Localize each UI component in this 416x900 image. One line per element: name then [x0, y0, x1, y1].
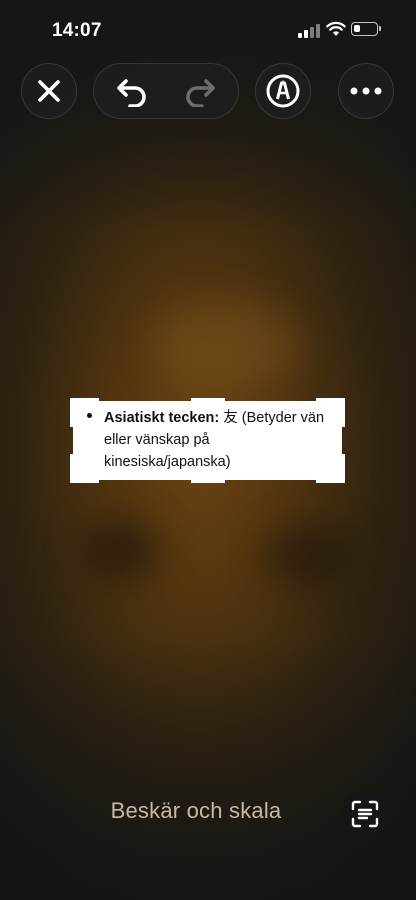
close-icon — [38, 80, 60, 102]
crop-handle-bottom-right[interactable] — [316, 454, 345, 483]
background-blur-highlight — [150, 300, 300, 390]
crop-handle-top[interactable] — [191, 398, 225, 401]
redo-icon — [186, 79, 215, 107]
battery-level — [354, 25, 360, 32]
cellular-signal-icon — [298, 24, 320, 38]
crop-frame[interactable] — [70, 398, 345, 483]
live-text-scan-icon — [351, 800, 379, 828]
background-blur-shadow-right — [265, 525, 355, 585]
markup-pen-icon — [266, 74, 300, 108]
crop-handle-top-right[interactable] — [316, 398, 345, 427]
crop-handle-bottom-left[interactable] — [70, 454, 99, 483]
crop-handle-top-left[interactable] — [70, 398, 99, 427]
bottom-shade — [0, 640, 416, 900]
more-icon — [350, 87, 382, 95]
status-bar: 14:07 — [0, 0, 416, 60]
close-button[interactable] — [21, 63, 77, 119]
wifi-icon — [326, 21, 346, 36]
markup-button[interactable] — [255, 63, 311, 119]
redo-button[interactable] — [182, 75, 216, 107]
undo-icon — [117, 79, 146, 107]
status-time: 14:07 — [52, 20, 102, 41]
battery-icon — [351, 22, 381, 36]
background-blur-shadow-left — [80, 520, 160, 580]
undo-redo-group — [93, 63, 239, 119]
live-text-button[interactable] — [341, 790, 389, 838]
undo-button[interactable] — [116, 75, 150, 107]
crop-handle-bottom[interactable] — [191, 480, 225, 483]
more-button[interactable] — [338, 63, 394, 119]
